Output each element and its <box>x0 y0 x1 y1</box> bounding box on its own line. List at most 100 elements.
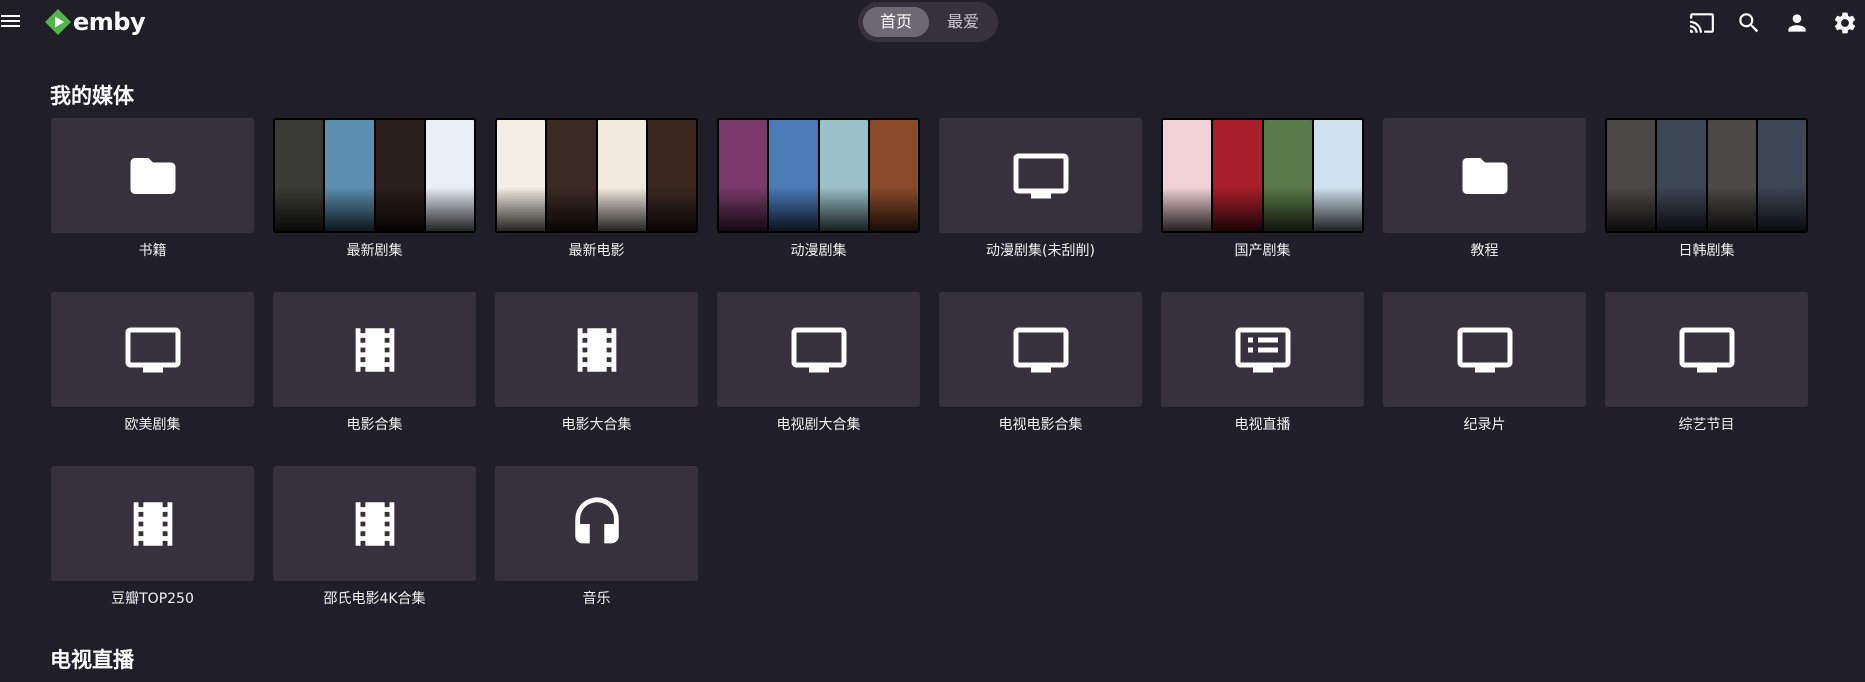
poster-thumbnail <box>425 120 474 231</box>
library-card[interactable]: 书籍 <box>51 118 254 260</box>
library-image[interactable] <box>1383 118 1586 233</box>
folder-icon <box>1458 149 1512 203</box>
cast-icon[interactable] <box>1689 10 1715 36</box>
library-card[interactable]: 电视电影合集 <box>939 292 1142 434</box>
library-image[interactable] <box>51 118 254 233</box>
library-image[interactable] <box>717 292 920 407</box>
library-card[interactable]: 电影合集 <box>273 292 476 434</box>
library-label[interactable]: 纪录片 <box>1383 414 1586 434</box>
tab-home[interactable]: 首页 <box>863 7 929 37</box>
film-icon <box>346 321 404 379</box>
user-icon[interactable] <box>1784 10 1810 36</box>
home-tabs: 首页 最爱 <box>858 2 998 42</box>
poster-thumbnail <box>1607 120 1656 231</box>
logo-text: emby <box>73 8 146 36</box>
live-tv-icon <box>1233 320 1293 380</box>
library-card[interactable]: 教程 <box>1383 118 1586 260</box>
poster-thumbnail <box>819 120 868 231</box>
library-card[interactable]: 纪录片 <box>1383 292 1586 434</box>
library-label[interactable]: 电影合集 <box>273 414 476 434</box>
library-label[interactable]: 欧美剧集 <box>51 414 254 434</box>
library-label[interactable]: 豆瓣TOP250 <box>51 588 254 608</box>
library-image[interactable] <box>939 292 1142 407</box>
tv-icon <box>123 320 183 380</box>
library-image[interactable] <box>51 292 254 407</box>
poster-thumbnail <box>719 120 768 231</box>
tv-icon <box>1455 320 1515 380</box>
library-card[interactable]: 最新电影 <box>495 118 698 260</box>
poster-thumbnail <box>1707 120 1756 231</box>
library-card[interactable]: 邵氏电影4K合集 <box>273 466 476 608</box>
library-poster-collage[interactable] <box>273 118 476 233</box>
library-image[interactable] <box>495 466 698 581</box>
poster-thumbnail <box>275 120 324 231</box>
library-card[interactable]: 国产剧集 <box>1161 118 1364 260</box>
poster-thumbnail <box>1263 120 1312 231</box>
poster-thumbnail <box>1163 120 1212 231</box>
library-label[interactable]: 日韩剧集 <box>1605 240 1808 260</box>
library-label[interactable]: 教程 <box>1383 240 1586 260</box>
library-card[interactable]: 动漫剧集(未刮削) <box>939 118 1142 260</box>
library-poster-collage[interactable] <box>495 118 698 233</box>
poster-thumbnail <box>547 120 596 231</box>
library-label[interactable]: 国产剧集 <box>1161 240 1364 260</box>
library-card[interactable]: 音乐 <box>495 466 698 608</box>
library-image[interactable] <box>1383 292 1586 407</box>
library-card[interactable]: 综艺节目 <box>1605 292 1808 434</box>
library-image[interactable] <box>51 466 254 581</box>
poster-thumbnail <box>869 120 918 231</box>
library-poster-collage[interactable] <box>1161 118 1364 233</box>
library-poster-collage[interactable] <box>717 118 920 233</box>
library-card[interactable]: 最新剧集 <box>273 118 476 260</box>
section-title-my-media: 我的媒体 <box>50 84 134 108</box>
tv-icon <box>1011 146 1071 206</box>
library-image[interactable] <box>273 466 476 581</box>
library-poster-collage[interactable] <box>1605 118 1808 233</box>
library-image[interactable] <box>1161 292 1364 407</box>
film-icon <box>568 321 626 379</box>
section-title-live-tv: 电视直播 <box>50 648 134 672</box>
library-card[interactable]: 电视剧大合集 <box>717 292 920 434</box>
folder-icon <box>126 149 180 203</box>
library-image[interactable] <box>495 292 698 407</box>
poster-thumbnail <box>1313 120 1362 231</box>
library-card[interactable]: 电视直播 <box>1161 292 1364 434</box>
library-label[interactable]: 电视电影合集 <box>939 414 1142 434</box>
emby-logo[interactable]: emby <box>44 8 146 36</box>
film-icon <box>124 495 182 553</box>
library-card[interactable]: 电影大合集 <box>495 292 698 434</box>
library-label[interactable]: 动漫剧集 <box>717 240 920 260</box>
library-card[interactable]: 欧美剧集 <box>51 292 254 434</box>
poster-thumbnail <box>1757 120 1806 231</box>
library-label[interactable]: 最新电影 <box>495 240 698 260</box>
library-label[interactable]: 音乐 <box>495 588 698 608</box>
poster-thumbnail <box>1657 120 1706 231</box>
menu-icon[interactable] <box>0 12 22 32</box>
top-bar: emby 首页 最爱 <box>0 0 1865 46</box>
library-label[interactable]: 邵氏电影4K合集 <box>273 588 476 608</box>
poster-thumbnail <box>769 120 818 231</box>
tab-favorites[interactable]: 最爱 <box>933 7 993 37</box>
library-label[interactable]: 综艺节目 <box>1605 414 1808 434</box>
tv-icon <box>1677 320 1737 380</box>
library-card[interactable]: 动漫剧集 <box>717 118 920 260</box>
library-label[interactable]: 电影大合集 <box>495 414 698 434</box>
tv-icon <box>789 320 849 380</box>
library-label[interactable]: 动漫剧集(未刮削) <box>939 240 1142 260</box>
emby-logo-icon <box>45 9 71 35</box>
library-card[interactable]: 豆瓣TOP250 <box>51 466 254 608</box>
library-image[interactable] <box>939 118 1142 233</box>
poster-thumbnail <box>325 120 374 231</box>
library-image[interactable] <box>1605 292 1808 407</box>
library-label[interactable]: 电视直播 <box>1161 414 1364 434</box>
search-icon[interactable] <box>1736 10 1762 36</box>
settings-icon[interactable] <box>1832 10 1858 36</box>
library-image[interactable] <box>273 292 476 407</box>
library-card[interactable]: 日韩剧集 <box>1605 118 1808 260</box>
headphones-icon <box>568 495 626 553</box>
library-label[interactable]: 书籍 <box>51 240 254 260</box>
library-label[interactable]: 电视剧大合集 <box>717 414 920 434</box>
poster-thumbnail <box>597 120 646 231</box>
library-label[interactable]: 最新剧集 <box>273 240 476 260</box>
poster-thumbnail <box>375 120 424 231</box>
